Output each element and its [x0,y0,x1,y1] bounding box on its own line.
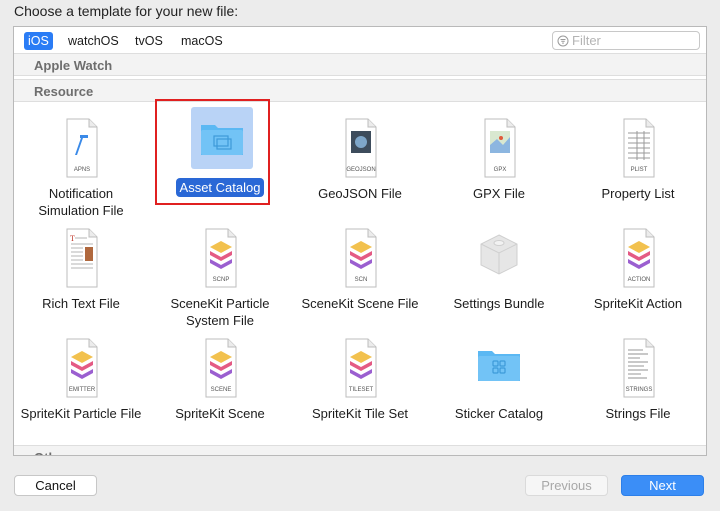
icon-badge: TILESET [349,387,374,393]
previous-button[interactable]: Previous [525,475,608,496]
template-chooser-panel: iOS watchOS tvOS macOS Apple Watch Resou… [13,26,707,456]
section-header-other[interactable]: Other [14,445,706,455]
template-notification-simulation-file[interactable]: APNS Notification Simulation File [18,115,144,221]
cancel-button[interactable]: Cancel [14,475,97,496]
template-strings-file[interactable]: STRINGS Strings File [575,335,701,441]
template-spritekit-tile-set[interactable]: TILESET SpriteKit Tile Set [297,335,423,441]
spritekit-action-icon: ACTION [610,225,666,291]
sticker-catalog-folder-icon [471,335,527,401]
template-rich-text-file[interactable]: T Rich Text File [18,225,144,331]
apns-file-icon: APNS [53,115,109,181]
tab-watchos[interactable]: watchOS [64,32,123,50]
template-label: SpriteKit Tile Set [311,406,409,421]
tab-macos[interactable]: macOS [177,32,227,50]
dialog-prompt: Choose a template for your new file: [14,3,239,19]
filter-input[interactable] [572,33,694,48]
icon-badge: SCN [355,277,368,283]
template-label: Notification Simulation File [38,186,124,218]
template-label: GeoJSON File [318,186,402,201]
icon-badge: APNS [74,167,90,173]
template-spritekit-action[interactable]: ACTION SpriteKit Action [575,225,701,331]
next-button[interactable]: Next [621,475,704,496]
template-spritekit-particle-file[interactable]: EMITTER SpriteKit Particle File [18,335,144,441]
settings-bundle-icon [471,225,527,291]
template-scenekit-scene-file[interactable]: SCN SceneKit Scene File [297,225,423,331]
template-label: SceneKit Scene File [301,296,419,311]
spritekit-emitter-icon: EMITTER [53,335,109,401]
selection-highlight-box [155,99,270,205]
gpx-file-icon: GPX [471,115,527,181]
template-label: SpriteKit Action [593,296,683,311]
template-label: GPX File [472,186,525,201]
section-header-apple-watch[interactable]: Apple Watch [14,53,706,76]
template-label: SpriteKit Particle File [20,406,142,421]
icon-badge: GPX [494,167,507,173]
template-scenekit-particle-system-file[interactable]: SCNP SceneKit Particle System File [157,225,283,331]
template-label: Sticker Catalog [454,406,544,421]
tab-ios[interactable]: iOS [24,32,53,50]
icon-badge: PLIST [631,167,648,173]
spritekit-tileset-icon: TILESET [332,335,388,401]
template-label: Strings File [605,406,671,421]
template-settings-bundle[interactable]: Settings Bundle [436,225,562,331]
template-property-list[interactable]: PLIST Property List [575,115,701,221]
template-label: Property List [601,186,675,201]
icon-badge: STRINGS [626,387,653,393]
icon-badge: GEOJSON [346,167,375,173]
template-label: SpriteKit Scene [175,406,265,421]
template-label: Settings Bundle [453,296,545,311]
platform-tab-bar: iOS watchOS tvOS macOS [14,27,706,53]
rich-text-file-icon: T [53,225,109,291]
icon-badge: EMITTER [69,387,96,393]
template-label: SceneKit Particle System File [170,296,270,328]
template-gpx-file[interactable]: GPX GPX File [436,115,562,221]
svg-text:T: T [70,234,75,243]
template-geojson-file[interactable]: GEOJSON GeoJSON File [297,115,423,221]
template-spritekit-scene[interactable]: SCENE SpriteKit Scene [157,335,283,441]
icon-badge: ACTION [628,277,651,283]
strings-file-icon: STRINGS [610,335,666,401]
tab-tvos[interactable]: tvOS [131,32,167,50]
filter-icon [557,35,569,47]
icon-badge: SCENE [211,387,232,393]
geojson-file-icon: GEOJSON [332,115,388,181]
plist-file-icon: PLIST [610,115,666,181]
icon-badge: SCNP [213,277,230,283]
filter-field[interactable] [552,31,700,50]
template-label: Rich Text File [42,296,120,311]
scnp-file-icon: SCNP [192,225,248,291]
scn-file-icon: SCN [332,225,388,291]
template-sticker-catalog[interactable]: Sticker Catalog [436,335,562,441]
spritekit-scene-icon: SCENE [192,335,248,401]
section-header-resource[interactable]: Resource [14,79,706,102]
